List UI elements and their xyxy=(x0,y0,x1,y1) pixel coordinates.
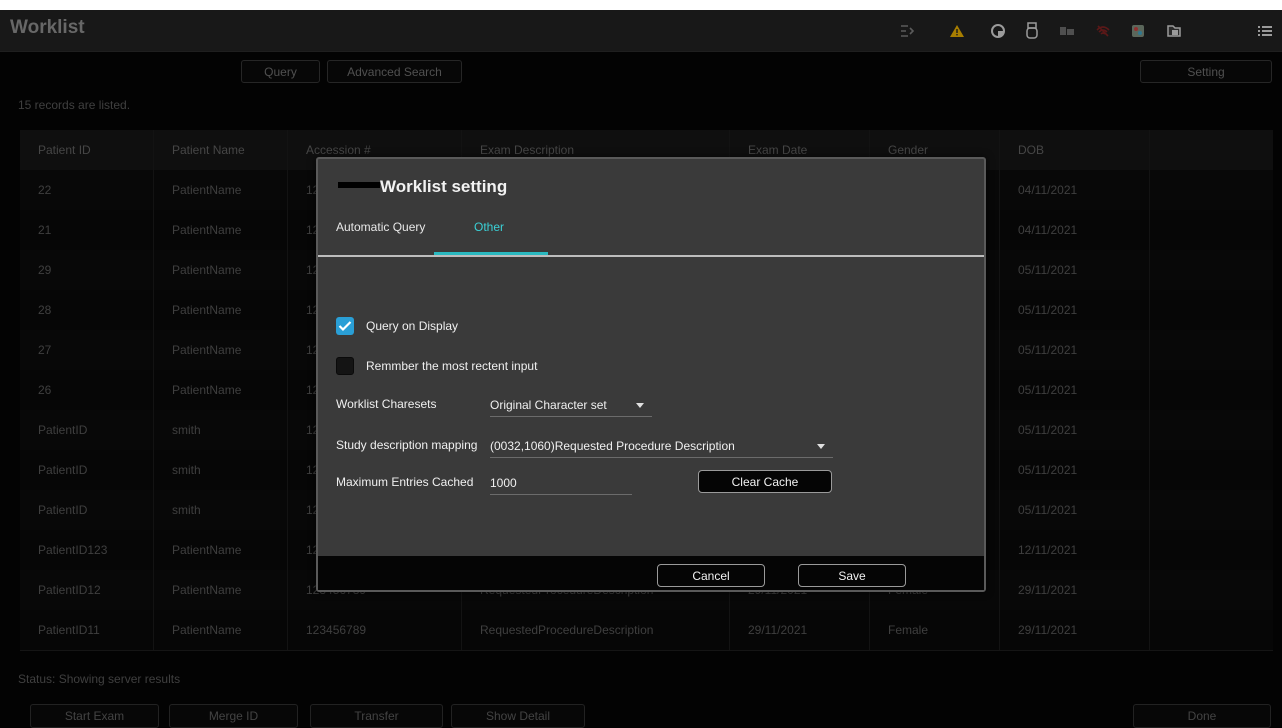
dialog-title: Worklist setting xyxy=(380,177,508,196)
dialog-title-mark xyxy=(338,182,380,188)
charsets-value: Original Character set xyxy=(490,398,607,412)
remember-input-row[interactable]: Remmber the most rectent input xyxy=(336,356,537,376)
query-on-display-row[interactable]: Query on Display xyxy=(336,316,458,336)
query-on-display-checkbox[interactable] xyxy=(336,317,354,335)
study-mapping-value: (0032,1060)Requested Procedure Descripti… xyxy=(490,439,735,453)
worklist-screen: Worklist Query Advanced Search Setting 1… xyxy=(0,10,1282,728)
tab-automatic-query[interactable]: Automatic Query xyxy=(336,213,425,241)
query-on-display-label: Query on Display xyxy=(366,319,459,333)
dialog-tabs: Automatic Query Other xyxy=(318,209,984,257)
cancel-button[interactable]: Cancel xyxy=(657,564,765,587)
chevron-down-icon xyxy=(636,403,644,408)
worklist-setting-dialog: Worklist setting Automatic Query Other Q… xyxy=(316,157,986,592)
charsets-label: Worklist Charesets xyxy=(336,397,437,411)
study-mapping-dropdown[interactable]: (0032,1060)Requested Procedure Descripti… xyxy=(490,436,833,458)
chevron-down-icon xyxy=(817,444,825,449)
study-mapping-label: Study description mapping xyxy=(336,438,478,452)
max-entries-label: Maximum Entries Cached xyxy=(336,475,474,489)
remember-input-checkbox[interactable] xyxy=(336,357,354,375)
remember-input-label: Remmber the most rectent input xyxy=(366,359,538,373)
save-button[interactable]: Save xyxy=(798,564,906,587)
tab-other[interactable]: Other xyxy=(474,213,504,241)
check-icon xyxy=(338,321,352,332)
max-entries-input[interactable]: 1000 xyxy=(490,473,632,495)
clear-cache-button[interactable]: Clear Cache xyxy=(698,470,832,493)
active-tab-indicator xyxy=(434,252,548,255)
charsets-dropdown[interactable]: Original Character set xyxy=(490,395,652,417)
